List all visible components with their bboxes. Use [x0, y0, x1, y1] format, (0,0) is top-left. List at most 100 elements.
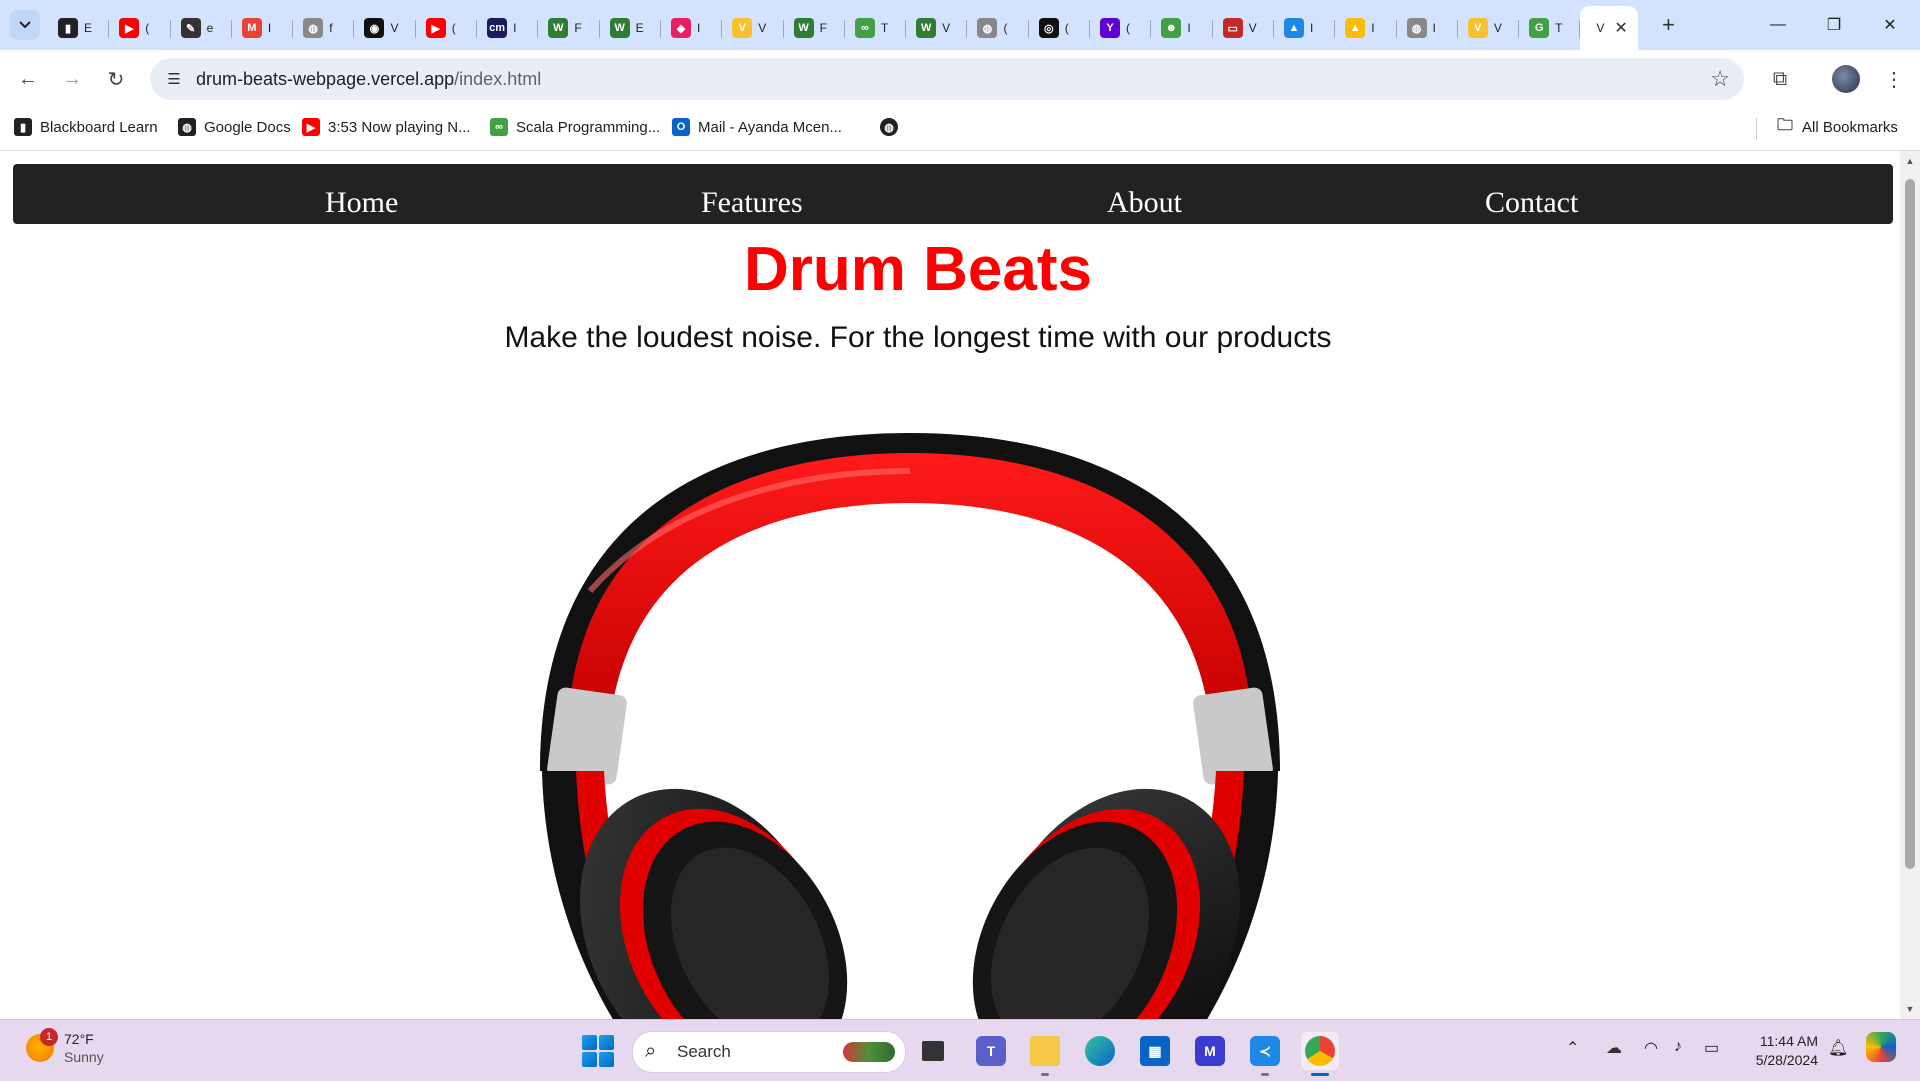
browser-tab[interactable]: ✎ e: [171, 9, 233, 47]
taskbar-vscode[interactable]: ≺: [1246, 1032, 1284, 1076]
browser-tab[interactable]: ▮ E: [48, 9, 110, 47]
taskbar-search[interactable]: ⌕ Search: [632, 1031, 906, 1073]
browser-tab[interactable]: ◎(: [1029, 9, 1091, 47]
weather-temp: 72°F: [64, 1031, 94, 1047]
browser-tab[interactable]: VV: [722, 9, 784, 47]
browser-tab[interactable]: WE: [600, 9, 662, 47]
reload-button[interactable]: ↻: [100, 63, 132, 95]
new-tab-button[interactable]: +: [1652, 9, 1684, 41]
task-view-button[interactable]: [914, 1032, 952, 1070]
tab-favicon-icon: ◆: [670, 18, 691, 38]
wifi-icon[interactable]: ◠: [1644, 1038, 1658, 1058]
restore-icon: ❐: [1826, 17, 1842, 34]
url-path: /index.html: [454, 69, 542, 89]
tab-title: E: [635, 21, 644, 35]
running-indicator: [1261, 1073, 1269, 1076]
browser-tab[interactable]: VV: [1458, 9, 1520, 47]
tab-favicon-icon: ▶: [425, 18, 446, 38]
bookmark-item[interactable]: ▶ 3:53 Now playing N...: [302, 118, 471, 136]
all-bookmarks-button[interactable]: 🗀 All Bookmarks: [1776, 117, 1898, 136]
bookmark-item[interactable]: ▮ Blackboard Learn: [14, 118, 158, 136]
start-button[interactable]: [582, 1035, 614, 1067]
browser-tab[interactable]: WV: [906, 9, 968, 47]
browser-tab[interactable]: ▲ I: [1335, 9, 1397, 47]
tab-favicon-icon: cm: [487, 18, 508, 38]
scroll-up-icon[interactable]: ▲: [1900, 153, 1920, 169]
battery-icon[interactable]: ▭: [1704, 1038, 1719, 1058]
nav-about[interactable]: About: [1107, 186, 1182, 220]
page-scrollbar[interactable]: ▲ ▼: [1900, 151, 1920, 1019]
browser-tab[interactable]: cm I: [477, 9, 539, 47]
taskbar-store[interactable]: ▦: [1136, 1032, 1174, 1070]
close-tab-icon[interactable]: ✕: [1614, 18, 1627, 38]
bookmark-globe[interactable]: ◍: [880, 118, 906, 136]
plus-icon: +: [1661, 12, 1675, 37]
tab-title: (: [1126, 21, 1131, 35]
menu-button[interactable]: ⋮: [1878, 63, 1910, 95]
browser-tab[interactable]: ▶(: [416, 9, 478, 47]
nav-home[interactable]: Home: [325, 186, 398, 220]
browser-tab[interactable]: WF: [538, 9, 600, 47]
bookmark-item[interactable]: O Mail - Ayanda Mcen...: [672, 118, 842, 136]
taskbar-clock[interactable]: 11:44 AM 5/28/2024: [1746, 1032, 1818, 1070]
tab-title: T: [1555, 21, 1563, 35]
notification-bell-icon[interactable]: 🔔︎: [1828, 1038, 1848, 1058]
url-text[interactable]: drum-beats-webpage.vercel.app/index.html: [196, 69, 541, 90]
volume-icon[interactable]: ♪: [1674, 1038, 1682, 1056]
tab-favicon-icon: V: [1467, 18, 1488, 38]
weather-badge: 1: [40, 1028, 58, 1046]
browser-tab[interactable]: ∞ T: [845, 9, 907, 47]
browser-tab[interactable]: Y(: [1090, 9, 1152, 47]
browser-tab[interactable]: ◍ f: [293, 9, 355, 47]
tray-overflow-icon[interactable]: ⌃: [1566, 1038, 1579, 1058]
app-m-icon: M: [1195, 1036, 1225, 1066]
browser-tab[interactable]: ◆ I: [661, 9, 723, 47]
bookmark-favicon-icon: ▮: [14, 118, 32, 136]
browser-tab[interactable]: ◍(: [967, 9, 1030, 47]
tab-title: (: [1064, 21, 1069, 35]
nav-features[interactable]: Features: [701, 186, 803, 220]
site-info-icon[interactable]: ☰: [162, 67, 186, 91]
bookmark-item[interactable]: ∞ Scala Programming...: [490, 118, 660, 136]
taskbar-app-m[interactable]: M: [1191, 1032, 1229, 1070]
scroll-down-icon[interactable]: ▼: [1900, 1001, 1920, 1017]
extensions-button[interactable]: ⧉: [1764, 63, 1796, 95]
browser-tab[interactable]: ◍ I: [1397, 9, 1459, 47]
copilot-icon[interactable]: [1866, 1032, 1896, 1062]
nav-contact[interactable]: Contact: [1485, 186, 1578, 220]
weather-widget[interactable]: 1 72°F Sunny: [26, 1028, 104, 1066]
taskbar-edge[interactable]: [1081, 1032, 1119, 1070]
bookmark-star-icon[interactable]: ☆: [1710, 66, 1730, 92]
browser-tab[interactable]: ▶(: [109, 9, 171, 47]
browser-tab[interactable]: ▭ V: [1213, 9, 1275, 47]
address-bar[interactable]: ☰ drum-beats-webpage.vercel.app/index.ht…: [150, 58, 1744, 100]
browser-tab[interactable]: ☻ I: [1151, 9, 1213, 47]
onedrive-icon[interactable]: ☁: [1606, 1038, 1622, 1058]
profile-button[interactable]: [1830, 63, 1862, 95]
browser-tab[interactable]: WF: [784, 9, 846, 47]
restore-button[interactable]: ❐: [1806, 0, 1862, 50]
tab-favicon-icon: W: [793, 18, 814, 38]
close-window-button[interactable]: ✕: [1862, 0, 1918, 50]
tab-search-button[interactable]: [10, 10, 40, 40]
browser-tab[interactable]: GT: [1519, 9, 1581, 47]
minimize-button[interactable]: —: [1750, 0, 1806, 50]
tab-title: V: [758, 21, 767, 35]
arrow-right-icon: →: [62, 67, 82, 90]
browser-tab[interactable]: ▲ I: [1274, 9, 1336, 47]
back-button[interactable]: ←: [12, 63, 44, 95]
tab-title: T: [880, 21, 889, 35]
headphones-image: [540, 433, 1280, 1019]
browser-tab[interactable]: ◉ V: [354, 9, 417, 47]
taskbar-chrome[interactable]: [1301, 1032, 1339, 1076]
browser-tab-active[interactable]: V ✕: [1580, 6, 1639, 50]
forward-button[interactable]: →: [56, 63, 88, 95]
scrollbar-thumb[interactable]: [1905, 179, 1915, 869]
bookmark-item[interactable]: ◍ Google Docs: [178, 118, 291, 136]
site-navbar: Home Features About Contact: [13, 164, 1893, 224]
tab-favicon-icon: ▶: [119, 18, 140, 38]
browser-tab[interactable]: MI: [232, 9, 294, 47]
taskbar-file-explorer[interactable]: [1026, 1032, 1064, 1076]
page-subtitle: Make the loudest noise. For the longest …: [504, 321, 1332, 354]
taskbar-teams[interactable]: T: [972, 1032, 1010, 1070]
